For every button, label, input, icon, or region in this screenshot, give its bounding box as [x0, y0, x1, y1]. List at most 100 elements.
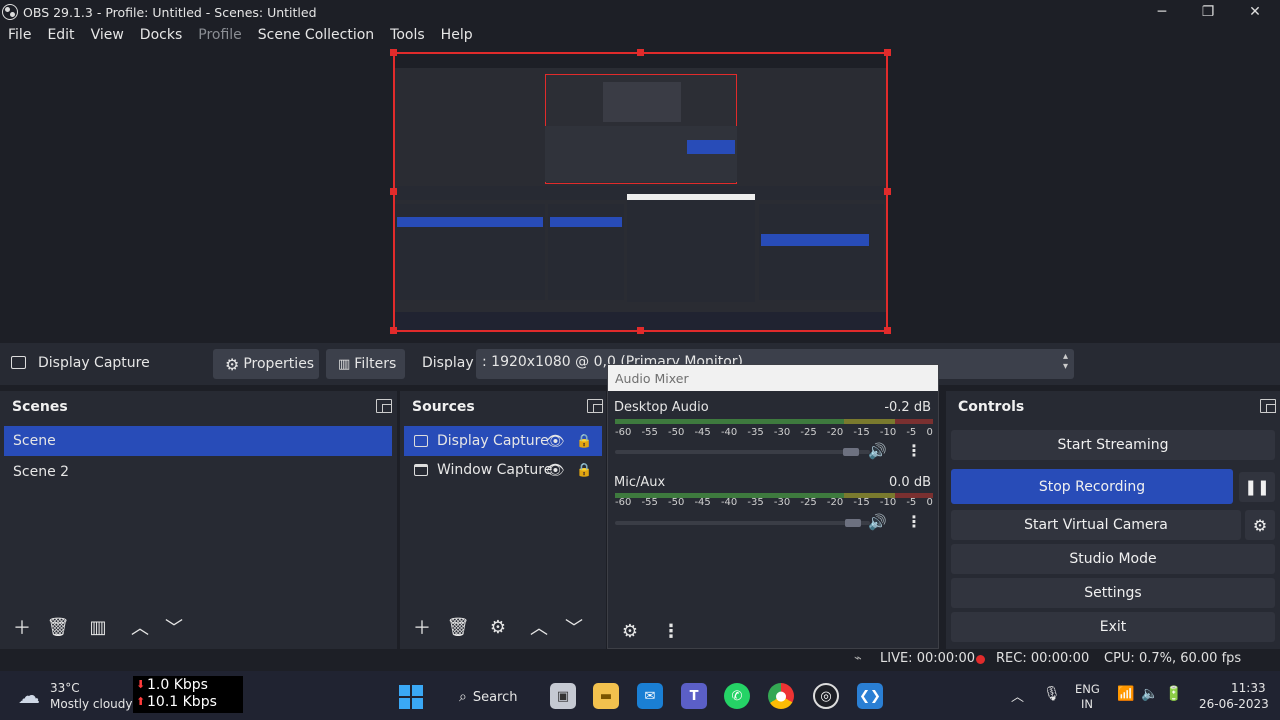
audio-mixer-title[interactable]: Audio Mixer [608, 365, 938, 391]
microphone-icon[interactable]: 🎙 [1043, 686, 1061, 702]
volume-icon[interactable]: 🔈 [1141, 686, 1158, 702]
properties-button[interactable]: ⚙ Properties [213, 349, 319, 379]
close-button[interactable]: ✕ [1232, 0, 1278, 24]
add-icon[interactable]: ＋ [6, 613, 38, 641]
eye-icon[interactable]: 👁 [546, 432, 565, 450]
virtual-camera-settings-button[interactable]: ⚙ [1245, 510, 1275, 540]
pause-recording-button[interactable]: ❚❚ [1239, 472, 1275, 502]
whatsapp-icon[interactable]: ✆ [724, 683, 750, 709]
slider-handle[interactable] [845, 519, 861, 527]
gear-icon[interactable]: ⚙ [482, 613, 514, 641]
scene-item[interactable]: Scene 2 [4, 457, 392, 487]
weather-temp[interactable]: 33°C [50, 681, 80, 695]
selected-source-name: Display Capture [38, 355, 150, 371]
channel-level: -0.2 dB [884, 400, 931, 415]
lock-icon[interactable]: 🔒 [576, 434, 592, 449]
display-icon [414, 435, 428, 447]
scenes-title: Scenes [12, 399, 68, 415]
volume-slider[interactable] [615, 448, 870, 456]
source-item-window-capture[interactable]: Window Capture 👁 🔒 [404, 455, 602, 485]
vscode-icon[interactable]: ❮❯ [857, 683, 883, 709]
menu-docks[interactable]: Docks [132, 27, 190, 43]
task-view-icon[interactable]: ▣ [550, 683, 576, 709]
menu-bar: File Edit View Docks Profile Scene Colle… [0, 24, 1280, 46]
chevron-down-icon[interactable]: ﹀ [558, 613, 590, 641]
filters-button[interactable]: ▥ Filters [326, 349, 405, 379]
status-bar: ⌁ LIVE: 00:00:00 REC: 00:00:00 CPU: 0.7%… [0, 650, 1280, 670]
studio-mode-button[interactable]: Studio Mode [951, 544, 1275, 574]
channel-level: 0.0 dB [889, 475, 931, 490]
gear-icon: ⚙ [225, 354, 240, 374]
network-meter: ⬇ 1.0 Kbps ⬆ 10.1 Kbps [133, 676, 243, 713]
mail-icon[interactable]: ✉ [637, 683, 663, 709]
menu-view[interactable]: View [83, 27, 132, 43]
start-virtual-camera-button[interactable]: Start Virtual Camera [951, 510, 1241, 540]
windows-start-icon[interactable] [399, 685, 423, 709]
dock-float-icon[interactable] [587, 399, 603, 413]
advanced-audio-icon[interactable]: ⚙ [614, 617, 646, 645]
restore-button[interactable]: ❐ [1185, 0, 1231, 24]
chevron-up-icon[interactable]: ︿ [1011, 686, 1024, 705]
minimize-button[interactable]: ─ [1139, 0, 1185, 24]
gear-icon: ⚙ [1252, 515, 1268, 535]
chevron-up-icon[interactable]: ︿ [124, 613, 156, 641]
chrome-icon[interactable]: ● [768, 683, 794, 709]
arrow-up-icon: ⬆ [136, 695, 146, 708]
more-vertical-icon[interactable]: ⋮ [906, 441, 922, 460]
speaker-icon[interactable]: 🔊 [868, 513, 887, 531]
clock-time[interactable]: 11:33 [1231, 681, 1266, 695]
search-icon: ⌕ [459, 689, 467, 705]
dock-float-icon[interactable] [1260, 399, 1276, 413]
network-icon: ⌁ [854, 651, 862, 666]
lock-icon[interactable]: 🔒 [576, 463, 592, 478]
audio-mixer-window: Audio Mixer Desktop Audio -0.2 dB -60 -55… [607, 364, 939, 649]
cpu-usage: CPU: 0.7%, 60.00 fps [1104, 651, 1242, 666]
file-explorer-icon[interactable]: ▬ [593, 683, 619, 709]
preview-canvas[interactable] [393, 52, 888, 332]
wifi-icon[interactable]: 📶 [1117, 686, 1134, 702]
menu-file[interactable]: File [0, 27, 39, 43]
window-title: OBS 29.1.3 - Profile: Untitled - Scenes:… [23, 4, 317, 20]
trash-icon[interactable]: 🗑 [442, 613, 474, 641]
menu-profile[interactable]: Profile [190, 27, 250, 43]
source-item-display-capture[interactable]: Display Capture 👁 🔒 [404, 426, 602, 456]
menu-help[interactable]: Help [433, 27, 481, 43]
stop-recording-button[interactable]: Stop Recording [951, 469, 1233, 504]
add-icon[interactable]: ＋ [406, 613, 438, 641]
filter-icon[interactable]: ▥ [82, 613, 114, 641]
clock-date[interactable]: 26-06-2023 [1199, 697, 1269, 711]
settings-button[interactable]: Settings [951, 578, 1275, 608]
trash-icon[interactable]: 🗑 [42, 613, 74, 641]
more-vertical-icon[interactable]: ⋮ [655, 617, 687, 645]
scenes-dock: Scenes Scene Scene 2 ＋ 🗑 ▥ ︿ ﹀ [0, 391, 397, 649]
language-bottom[interactable]: IN [1081, 697, 1093, 711]
volume-meter [615, 419, 933, 424]
meter-scale: -60 -55 -50 -45 -40 -35 -30 -25 -20 -15 -10 -5 0 [615, 427, 933, 438]
obs-taskbar-icon[interactable]: ◎ [813, 683, 839, 709]
sources-dock: Sources Display Capture 👁 🔒 Window Captu… [400, 391, 606, 649]
dock-float-icon[interactable] [376, 399, 392, 413]
volume-slider[interactable] [615, 519, 870, 527]
language-top[interactable]: ENG [1075, 682, 1100, 696]
scene-item[interactable]: Scene [4, 426, 392, 456]
meter-scale: -60 -55 -50 -45 -40 -35 -30 -25 -20 -15 -10 -5 0 [615, 497, 933, 508]
menu-scene-collection[interactable]: Scene Collection [250, 27, 382, 43]
more-vertical-icon[interactable]: ⋮ [906, 512, 922, 531]
taskbar-search-button[interactable]: ⌕ Search [445, 683, 527, 711]
chevron-up-icon[interactable]: ︿ [523, 613, 555, 641]
slider-handle[interactable] [843, 448, 859, 456]
menu-tools[interactable]: Tools [382, 27, 433, 43]
pause-icon: ❚❚ [1244, 478, 1270, 496]
weather-desc[interactable]: Mostly cloudy [50, 697, 133, 711]
teams-icon[interactable]: T [681, 683, 707, 709]
menu-edit[interactable]: Edit [39, 27, 82, 43]
battery-icon[interactable]: 🔋 [1165, 686, 1182, 702]
channel-name: Desktop Audio [614, 400, 709, 415]
chevron-down-icon[interactable]: ﹀ [158, 613, 190, 641]
speaker-icon[interactable]: 🔊 [868, 442, 887, 460]
eye-icon[interactable]: 👁 [546, 461, 565, 479]
rec-timer: REC: 00:00:00 [996, 651, 1090, 666]
start-streaming-button[interactable]: Start Streaming [951, 430, 1275, 460]
display-icon [11, 356, 26, 369]
exit-button[interactable]: Exit [951, 612, 1275, 642]
